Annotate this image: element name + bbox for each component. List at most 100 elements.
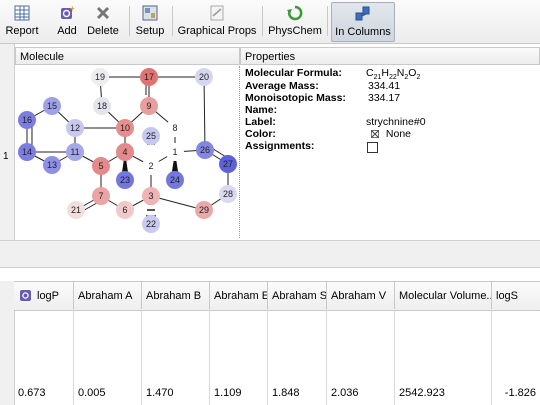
physchem-sort-icon xyxy=(20,290,31,301)
graphical-props-icon xyxy=(210,5,224,21)
column-header-abraham-s[interactable]: Abraham S xyxy=(268,282,327,310)
toolbar-separator xyxy=(327,6,328,36)
atom-label: 10 xyxy=(120,123,130,133)
atom-label: 14 xyxy=(22,147,32,157)
atom-label: 18 xyxy=(97,101,107,111)
molecule-column-header[interactable]: Molecule xyxy=(15,47,240,65)
graphical-props-label: Graphical Props xyxy=(177,25,257,37)
column-header-logs[interactable]: logS xyxy=(492,282,540,310)
properties-column-header[interactable]: Properties xyxy=(240,47,540,65)
color-value-text: None xyxy=(385,128,412,140)
atom-label: 22 xyxy=(146,219,156,229)
table-cell[interactable]: 2.036 xyxy=(327,309,395,405)
atom-label: 6 xyxy=(122,205,127,215)
assignments-row: Assignments: xyxy=(245,140,535,153)
atom-label: 5 xyxy=(98,161,103,171)
cell-abraham-v: 2.036 xyxy=(331,387,359,399)
toolbar: Report + Add Delete Setup Graphical Prop… xyxy=(0,0,540,44)
column-header-abraham-e[interactable]: Abraham E xyxy=(210,282,268,310)
table-header: logP Abraham A Abraham B Abraham E Abrah… xyxy=(14,281,540,311)
atom-label: 2 xyxy=(148,161,153,171)
assignments-label: Assignments: xyxy=(245,140,315,152)
atom-label: 20 xyxy=(199,72,209,82)
table-cell[interactable]: 2542.923 xyxy=(395,309,492,405)
table-cell[interactable]: 1.848 xyxy=(268,309,327,405)
table-cell[interactable]: 1.109 xyxy=(210,309,268,405)
atom-label: 7 xyxy=(98,191,103,201)
table-cell[interactable]: 0.005 xyxy=(74,309,142,405)
atom-label: 21 xyxy=(71,205,81,215)
toolbar-separator xyxy=(262,6,263,36)
atom-label: 25 xyxy=(146,131,156,141)
formula-label: Molecular Formula: xyxy=(245,67,342,79)
column-header-molecular-volume[interactable]: Molecular Volume... xyxy=(395,282,492,310)
table-row-header[interactable] xyxy=(0,281,15,405)
atom-label: 13 xyxy=(47,160,57,170)
physchem-label: PhysChem xyxy=(268,25,322,37)
no-color-icon xyxy=(371,130,379,138)
formula-row: Molecular Formula: C21H22N2O2 xyxy=(245,67,535,81)
formula-h: H xyxy=(381,67,389,79)
svg-text:+: + xyxy=(70,4,75,13)
atom-label: 17 xyxy=(144,72,154,82)
cell-abraham-s: 1.848 xyxy=(272,387,300,399)
molecule-structure[interactable]: 1 2 3 4 5 6 7 8 9 10 11 12 13 14 15 16 1… xyxy=(15,66,240,238)
atom-label: 27 xyxy=(223,159,233,169)
setup-label: Setup xyxy=(135,25,165,37)
panel-divider[interactable] xyxy=(0,240,540,268)
in-columns-button[interactable]: In Columns xyxy=(331,2,395,42)
setup-button[interactable]: Setup xyxy=(134,2,166,40)
atom-label: 23 xyxy=(120,175,130,185)
in-columns-label: In Columns xyxy=(335,26,391,38)
atom-label: 24 xyxy=(170,175,180,185)
physchem-table: logP Abraham A Abraham B Abraham E Abrah… xyxy=(0,281,540,405)
setup-icon xyxy=(142,5,158,21)
strychnine-structure-svg: 1 2 3 4 5 6 7 8 9 10 11 12 13 14 15 16 1… xyxy=(18,68,237,233)
table-cell[interactable]: 0.673 xyxy=(14,309,74,405)
report-icon xyxy=(14,5,30,21)
cell-abraham-e: 1.109 xyxy=(214,387,242,399)
column-header-logp[interactable]: logP xyxy=(14,282,74,310)
assignments-checkbox[interactable] xyxy=(367,142,378,153)
report-button[interactable]: Report xyxy=(2,2,42,40)
molecule-panel: 1 Molecule Properties 1 2 3 4 5 6 7 8 9 … xyxy=(0,44,540,240)
atom-label: 3 xyxy=(148,191,153,201)
atom-label: 29 xyxy=(199,205,209,215)
cell-molecular-volume: 2542.923 xyxy=(399,387,445,399)
add-label: Add xyxy=(57,25,77,37)
column-header-label: logP xyxy=(37,290,60,302)
column-header-abraham-v[interactable]: Abraham V xyxy=(327,282,395,310)
atom-label: 1 xyxy=(172,147,177,157)
graphical-props-button[interactable]: Graphical Props xyxy=(177,2,257,40)
table-cell[interactable]: -1.826 xyxy=(492,309,540,405)
delete-button[interactable]: Delete xyxy=(86,2,120,40)
atom-label: 9 xyxy=(146,101,151,111)
atom-label: 19 xyxy=(95,72,105,82)
table-cell[interactable]: 1.470 xyxy=(142,309,210,405)
cell-abraham-b: 1.470 xyxy=(146,387,174,399)
in-columns-icon xyxy=(355,6,370,21)
atom-label: 15 xyxy=(47,101,57,111)
atom-label: 8 xyxy=(172,123,177,133)
formula-c: C xyxy=(366,67,374,79)
row-header[interactable]: 1 xyxy=(0,44,15,240)
delete-icon xyxy=(96,6,110,20)
physchem-icon xyxy=(287,5,303,21)
cell-logs: -1.826 xyxy=(504,387,536,399)
column-header-abraham-a[interactable]: Abraham A xyxy=(74,282,142,310)
atom-label: 26 xyxy=(200,145,210,155)
physchem-button[interactable]: PhysChem xyxy=(267,2,323,40)
toolbar-separator xyxy=(129,6,130,36)
atom-label: 16 xyxy=(22,115,32,125)
atom-label: 4 xyxy=(122,147,127,157)
row-number: 1 xyxy=(3,151,9,162)
atom-label: 11 xyxy=(70,147,79,157)
delete-label: Delete xyxy=(87,25,119,37)
report-label: Report xyxy=(5,25,39,37)
properties-panel: Molecular Formula: C21H22N2O2 Average Ma… xyxy=(245,66,535,186)
column-header-abraham-b[interactable]: Abraham B xyxy=(142,282,210,310)
toolbar-separator xyxy=(172,6,173,36)
atom-labels: 1 2 3 4 5 6 7 8 9 10 11 12 13 14 15 16 1… xyxy=(22,72,233,229)
cell-abraham-a: 0.005 xyxy=(78,387,106,399)
add-button[interactable]: + Add xyxy=(52,2,82,40)
